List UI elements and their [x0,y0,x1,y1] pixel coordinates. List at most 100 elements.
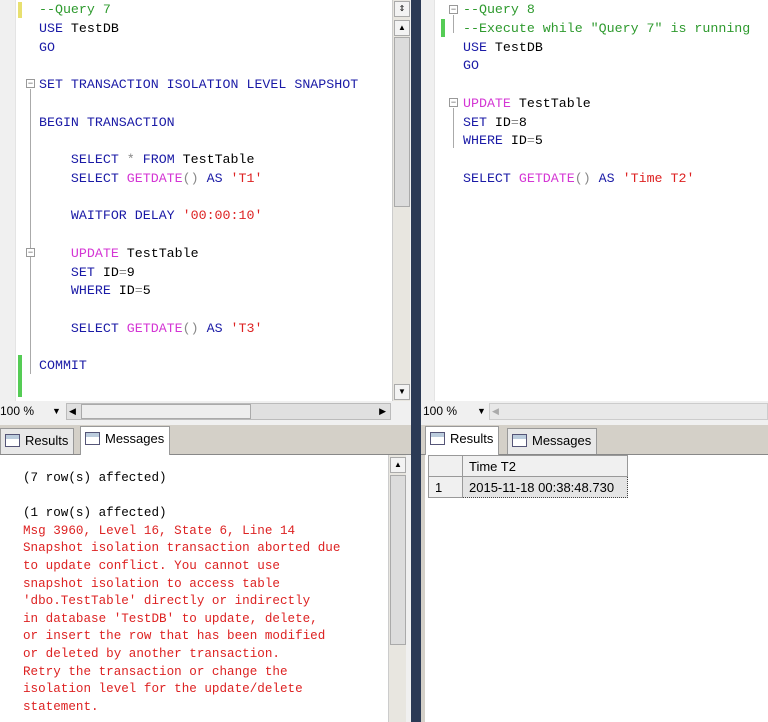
query7-editor[interactable]: − − --Query 7 USE TestDB GO SET TRANSACTION… [0,0,393,401]
code-token: --Query 8 [463,2,535,17]
message-line: 'dbo.TestTable' directly or indirectly [23,594,311,609]
collapse-icon[interactable]: − [449,5,458,14]
code-token: = [510,114,519,130]
zoom-dropdown-icon[interactable]: ▼ [52,402,61,421]
row-number[interactable]: 1 [428,476,463,498]
code-token: = [526,133,535,149]
code-line: SET ID=8 [463,114,750,133]
code-token: () [182,170,207,186]
code-token: GETDATE [518,170,575,186]
message-line: statement. [23,699,99,714]
collapse-icon[interactable]: − [26,248,35,257]
scroll-left-button[interactable]: ◀ [69,404,76,419]
zoom-level[interactable]: 100 % [0,402,34,421]
code-token: GETDATE [126,320,183,336]
code-token: WHERE [463,133,503,149]
message-line [23,488,389,506]
code-token: FROM [142,152,175,167]
scroll-down-button[interactable]: ▼ [394,384,410,400]
split-icon[interactable]: ⇕ [394,1,410,17]
zoom-level[interactable]: 100 % [423,402,457,421]
scroll-thumb[interactable] [81,404,251,419]
scroll-right-button[interactable]: ▶ [379,404,386,419]
message-line: Snapshot isolation transaction aborted d… [23,541,341,556]
scroll-left-button[interactable]: ◀ [492,404,499,419]
zoom-dropdown-icon[interactable]: ▼ [477,402,486,421]
table-row[interactable]: 1 2015-11-18 00:38:48.730 [428,476,628,498]
code-token: () [574,170,599,186]
tab-results[interactable]: Results [425,426,500,455]
code-line: WAITFOR DELAY '00:00:10' [39,207,358,226]
code-token: TestTable [510,95,591,111]
fold-line [453,15,454,33]
horizontal-scrollbar[interactable]: ◀ ▶ [66,403,391,420]
grid-icon [5,434,20,447]
change-marker [18,355,22,397]
tab-results[interactable]: Results [0,428,75,454]
zoom-bar: 100 % ▼ ◀ [421,402,768,421]
tab-label: Results [450,431,494,446]
message-line: (1 row(s) affected) [23,506,167,521]
code-token: TestDB [486,39,543,55]
collapse-icon[interactable]: − [449,98,458,107]
query8-editor[interactable]: − − --Query 8 --Execute while "Query 7" i… [421,0,768,401]
grid-icon [430,432,445,445]
tab-label: Results [25,433,69,448]
message-line: isolation level for the update/delete [23,682,303,697]
code-line: WHERE ID=5 [463,132,750,151]
code-token: = [118,264,127,280]
code-token: --Query 7 [39,2,111,17]
code-line: COMMIT [39,357,358,376]
code-token: ID [110,283,135,299]
results-tabs: Results Messages [0,425,411,455]
grid-header-row: Time T2 [428,455,628,477]
editor-vertical-scrollbar[interactable]: ⇕ ▲ ▼ [392,0,410,401]
column-header[interactable]: Time T2 [462,455,628,477]
code-token: SET [463,114,487,130]
messages-output[interactable]: (7 row(s) affected) (1 row(s) affected) Ms… [0,455,389,722]
code-token: 5 [142,283,151,299]
code-token: '00:00:10' [182,208,263,224]
code-token: 'T1' [230,170,263,186]
code-token: SET [39,264,95,280]
code-token: GO [463,58,479,74]
message-line: to update conflict. You cannot use [23,558,280,573]
scroll-thumb[interactable] [394,37,410,207]
code-token: 8 [518,114,527,130]
message-line: or insert the row that has been modified [23,629,326,644]
zoom-bar: 100 % ▼ ◀ ▶ [0,402,411,421]
messages-vertical-scrollbar[interactable]: ▲ [388,455,406,722]
code-token: GO [39,39,55,55]
tab-messages[interactable]: Messages [507,428,598,454]
collapse-icon[interactable]: − [26,79,35,88]
code-token: SELECT [39,152,119,167]
code-line: --Query 7 [39,1,358,20]
code-token: AS [206,320,231,336]
scroll-thumb[interactable] [390,475,406,645]
scroll-up-button[interactable]: ▲ [390,457,406,473]
code-line: USE TestDB [39,20,358,39]
code-line: UPDATE TestTable [463,95,750,114]
code-token: BEGIN TRANSACTION [39,114,175,130]
message-line: Retry the transaction or change the [23,664,288,679]
code-line: --Execute while "Query 7" is running [463,20,750,39]
message-line: or deleted by another transaction. [23,646,280,661]
pane-splitter[interactable] [411,0,421,722]
scroll-up-button[interactable]: ▲ [394,20,410,36]
results-tabs: Results Messages [421,425,768,455]
grid-cell[interactable]: 2015-11-18 00:38:48.730 [462,476,628,498]
code-line: SELECT GETDATE() AS 'Time T2' [463,170,750,189]
code-token: 'T3' [230,320,263,336]
tab-messages[interactable]: Messages [80,426,171,455]
code-token: SET TRANSACTION ISOLATION LEVEL SNAPSHOT [39,77,359,92]
code-token: TestTable [174,152,255,167]
message-line: in database 'TestDB' to update, delete, [23,611,318,626]
change-marker [441,19,445,37]
code-text[interactable]: --Query 8 --Execute while "Query 7" is ru… [463,1,750,189]
code-text[interactable]: --Query 7 USE TestDB GO SET TRANSACTION ISO… [39,1,358,376]
horizontal-scrollbar[interactable]: ◀ [489,403,768,420]
